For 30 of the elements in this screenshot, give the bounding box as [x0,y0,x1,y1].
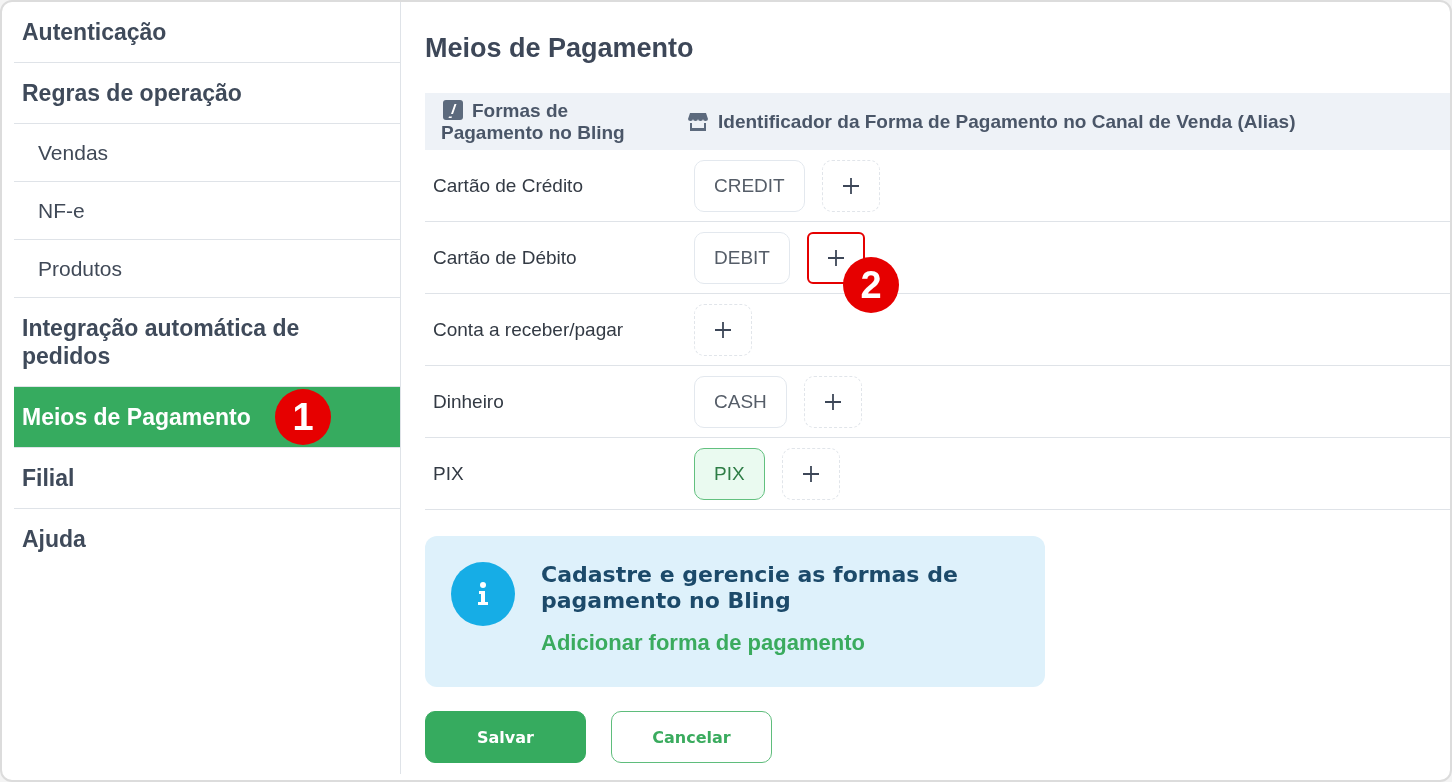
alias-tag[interactable]: CASH [694,375,787,428]
table-cell-text: Dinheiro [432,390,505,413]
sidebar-item[interactable]: Integração automática de pedidos [14,298,400,386]
page-title: Meios de Pagamento [425,32,695,65]
alias-tag[interactable]: CREDIT [694,159,805,212]
info-icon [451,562,515,626]
letter-square-icon [443,99,463,120]
info-title: Cadastre e gerencie as formas de pagamento no Bling [541,562,959,614]
sidebar-subitem[interactable]: Produtos [14,240,400,297]
sidebar-item[interactable]: Regras de operação [14,63,400,123]
plus-icon [842,177,859,194]
sidebar-subitem[interactable]: NF-e [14,182,400,239]
sidebar-item[interactable]: Ajuda [14,509,400,569]
tutorial-step-tooltip: 2 [842,256,899,313]
plus-icon [824,393,841,410]
plus-icon [827,249,844,266]
sidebar-item[interactable]: Filial [14,448,400,508]
store-icon [688,112,708,131]
alias-tag[interactable]: DEBIT [694,231,790,284]
plus-icon [715,321,731,338]
table-cell-text: Conta a receber/pagar [432,318,625,341]
plus-icon [802,465,819,482]
alias-tag[interactable]: PIX [694,447,765,500]
table-cell-text: PIX [432,462,465,485]
table-cell-text: Cartão de Débito [432,246,578,269]
column-header: Identificador da Forma de Pagamento no Canal de Venda (Alias) [718,110,1296,133]
column-header: Formas de Pagamento no Bling [441,99,626,144]
sidebar-item[interactable]: Autenticação [14,2,400,62]
sidebar-subitem[interactable]: Vendas [14,124,400,181]
table-cell-text: Cartão de Crédito [432,174,584,197]
